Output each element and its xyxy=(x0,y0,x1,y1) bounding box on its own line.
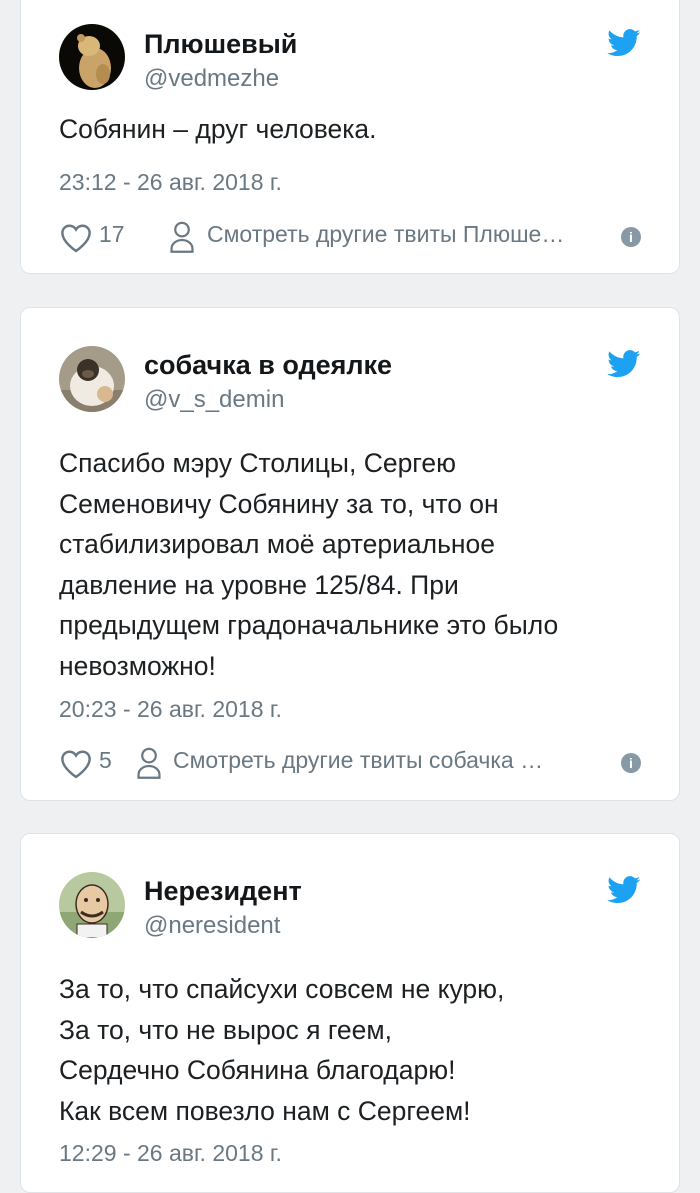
like-count[interactable]: 5 xyxy=(99,747,112,774)
heart-icon[interactable] xyxy=(59,749,93,779)
tweet-card[interactable]: собачка в одеялке @v_s_demin Спасибо мэр… xyxy=(20,307,680,801)
tweet-timestamp[interactable]: 23:12 - 26 авг. 2018 г. xyxy=(59,169,282,196)
tweet-text: За то, что спайсухи совсем не курю, За т… xyxy=(59,969,649,1131)
tweet-text-line: Как всем повезло нам с Сергеем! xyxy=(59,1095,471,1126)
person-icon xyxy=(137,747,161,779)
tweet-card[interactable]: Плюшевый @vedmezhe Собянин – друг челове… xyxy=(20,0,680,274)
tweet-text-line: За то, что спайсухи совсем не курю, xyxy=(59,974,505,1004)
user-handle[interactable]: @v_s_demin xyxy=(144,386,284,414)
tweet-text: Собянин – друг человека. xyxy=(59,109,649,150)
tweet-text-line: Спасибо мэру Столицы, Сергею xyxy=(59,448,457,478)
info-icon[interactable]: i xyxy=(621,753,641,773)
twitter-bird-icon[interactable] xyxy=(607,29,641,57)
tweet-text-line: давление на уровне 125/84. При xyxy=(59,569,459,600)
more-tweets-link[interactable]: Смотреть другие твиты собачка … xyxy=(173,747,625,774)
heart-icon[interactable] xyxy=(59,223,93,253)
tweet-actions: 5 Смотреть другие твиты собачка … i xyxy=(59,745,641,781)
display-name[interactable]: Плюшевый xyxy=(144,29,297,60)
person-icon xyxy=(170,221,194,253)
tweet-actions: 17 Смотреть другие твиты Плюше… i xyxy=(59,219,641,255)
tweet-text-line: Семеновичу Собянину за то, что он xyxy=(59,488,499,519)
info-icon[interactable]: i xyxy=(621,227,641,247)
tweet-text-line: Собянин – друг человека. xyxy=(59,114,377,144)
more-tweets-link[interactable]: Смотреть другие твиты Плюше… xyxy=(207,221,627,248)
tweet-timestamp[interactable]: 12:29 - 26 авг. 2018 г. xyxy=(59,1140,282,1167)
avatar[interactable] xyxy=(59,346,125,412)
twitter-bird-icon[interactable] xyxy=(607,876,641,904)
plush-bear-avatar-icon xyxy=(59,24,125,90)
avatar[interactable] xyxy=(59,872,125,938)
twitter-bird-icon[interactable] xyxy=(607,350,641,378)
tweet-text-line: Сердечно Собянина благодарю! xyxy=(59,1055,456,1085)
avatar[interactable] xyxy=(59,24,125,90)
dog-in-blanket-avatar-icon xyxy=(59,346,125,412)
tweet-text-line: За то, что не вырос я геем, xyxy=(59,1014,392,1045)
cartoon-man-avatar-icon xyxy=(59,872,125,938)
tweet-text: Спасибо мэру Столицы, Сергею Семеновичу … xyxy=(59,443,649,686)
display-name[interactable]: собачка в одеялке xyxy=(144,350,392,381)
user-handle[interactable]: @vedmezhe xyxy=(144,65,279,93)
tweet-text-line: предыдущем градоначальнике это было xyxy=(59,610,559,640)
tweet-card[interactable]: Нерезидент @neresident За то, что спайсу… xyxy=(20,833,680,1193)
tweet-timestamp[interactable]: 20:23 - 26 авг. 2018 г. xyxy=(59,696,282,723)
tweet-text-line: невозможно! xyxy=(59,650,216,681)
tweet-text-line: стабилизировал моё артериальное xyxy=(59,529,496,559)
user-handle[interactable]: @neresident xyxy=(144,912,280,940)
like-count[interactable]: 17 xyxy=(99,221,125,248)
display-name[interactable]: Нерезидент xyxy=(144,876,302,907)
